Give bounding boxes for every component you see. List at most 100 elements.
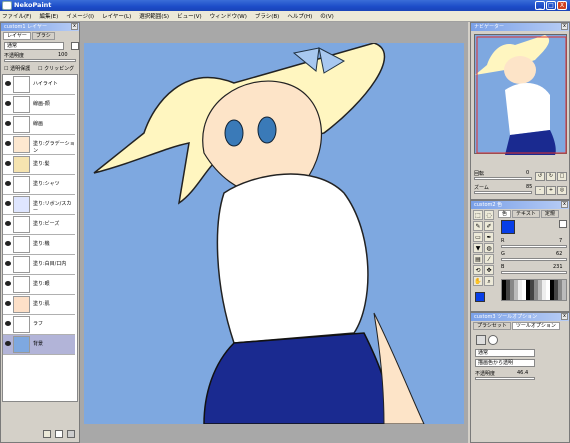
layer-item[interactable]: 線画 [3, 115, 75, 135]
tool-options-close-button[interactable]: x [561, 313, 568, 320]
eye-icon[interactable] [5, 321, 11, 326]
move-tool-icon[interactable]: ✥ [484, 265, 494, 275]
brush-round-icon[interactable] [488, 335, 498, 345]
hand-tool-icon[interactable]: ✋ [473, 276, 483, 286]
menu-selection[interactable]: 選択範囲(S) [139, 12, 169, 20]
eye-icon[interactable] [5, 101, 11, 106]
tool-blend-select[interactable]: 通常 [475, 349, 535, 357]
eye-icon[interactable] [5, 261, 11, 266]
minimize-button[interactable]: _ [535, 1, 545, 10]
layer-tabs: レイヤー ブラシ [1, 31, 79, 41]
gradient-tool-icon[interactable]: ▤ [473, 254, 483, 264]
tab-ruler[interactable]: 定規 [540, 210, 559, 218]
menu-layer[interactable]: レイヤー(L) [102, 12, 131, 20]
eye-icon[interactable] [5, 161, 11, 166]
g-slider[interactable] [501, 258, 567, 261]
layer-item[interactable]: 塗り:リボン/スカー [3, 195, 75, 215]
layer-item[interactable]: 塗り:白目/口内 [3, 255, 75, 275]
navigator-preview[interactable] [474, 34, 567, 155]
clipping-check[interactable]: ☐ クリッピング [38, 65, 74, 72]
eye-icon[interactable] [5, 201, 11, 206]
foreground-color-swatch[interactable] [475, 292, 485, 302]
tab-brush[interactable]: ブラシ [31, 32, 55, 40]
new-layer-icon[interactable] [55, 430, 63, 438]
layer-item[interactable]: 線画-顔 [3, 95, 75, 115]
rotate-right-icon[interactable]: ↻ [546, 172, 556, 181]
b-slider[interactable] [501, 271, 567, 274]
airbrush-tool-icon[interactable]: ✒ [484, 232, 494, 242]
layer-item[interactable]: 塗り:ビーズ [3, 215, 75, 235]
drawing-canvas[interactable] [84, 43, 464, 424]
eye-icon[interactable] [5, 221, 11, 226]
layer-panel-title: custom1 レイヤー x [1, 23, 79, 31]
navigator-close-button[interactable]: x [561, 23, 568, 30]
eye-icon[interactable] [5, 181, 11, 186]
eye-icon[interactable] [5, 301, 11, 306]
lasso-tool-icon[interactable]: ◌ [484, 210, 494, 220]
layer-thumbnail [13, 176, 30, 193]
eye-icon[interactable] [5, 121, 11, 126]
close-button[interactable]: X [557, 1, 567, 10]
brush-tool-icon[interactable]: ✐ [484, 221, 494, 231]
menu-file[interactable]: ファイル(F) [2, 12, 31, 20]
rotate-reset-icon[interactable]: □ [557, 172, 567, 181]
zoom-in-icon[interactable]: + [546, 186, 556, 195]
tab-layer[interactable]: レイヤー [3, 32, 31, 40]
menu-help[interactable]: ヘルプ(H) [287, 12, 312, 20]
menu-view[interactable]: ビュー(V) [177, 12, 202, 20]
layer-item[interactable]: 塗り:機 [3, 235, 75, 255]
protect-alpha-check[interactable]: ☐ 透明保護 [4, 65, 30, 72]
layer-panel-close-button[interactable]: x [71, 23, 78, 30]
current-color-swatch[interactable] [501, 220, 515, 234]
layer-option-checkbox[interactable] [71, 42, 79, 50]
zoom-slider[interactable] [474, 191, 532, 194]
opacity-slider[interactable] [4, 59, 76, 62]
new-folder-icon[interactable] [43, 430, 51, 438]
layer-item[interactable]: 塗り:髪 [3, 155, 75, 175]
eye-icon[interactable] [5, 341, 11, 346]
layer-item[interactable]: 塗り:眼 [3, 275, 75, 295]
eraser-tool-icon[interactable]: ▭ [473, 232, 483, 242]
brush-shape-icon[interactable] [476, 335, 486, 345]
eye-icon[interactable] [5, 141, 11, 146]
layer-item[interactable]: ハイライト [3, 75, 75, 95]
menu-image[interactable]: イメージ(I) [66, 12, 94, 20]
menu-edit[interactable]: 編集(E) [39, 12, 58, 20]
color-mode-checkbox[interactable] [559, 220, 567, 228]
trash-icon[interactable] [67, 430, 75, 438]
tab-tool-options[interactable]: ツールオプション [511, 322, 560, 330]
tab-text[interactable]: テキスト [512, 210, 540, 218]
menu-extra[interactable]: の(V) [320, 12, 334, 20]
blur-tool-icon[interactable]: ◍ [484, 243, 494, 253]
rotate-left-icon[interactable]: ↺ [535, 172, 545, 181]
menu-window[interactable]: ウィンドウ(W) [210, 12, 247, 20]
blend-mode-select[interactable]: 通常 [4, 42, 64, 50]
r-slider[interactable] [501, 245, 567, 248]
tool-opacity-slider[interactable] [475, 377, 535, 380]
tab-color[interactable]: 色 [498, 210, 512, 218]
layer-item[interactable]: 塗り:シャツ [3, 175, 75, 195]
menu-brush[interactable]: ブラシ(B) [255, 12, 279, 20]
gradient-type-select[interactable]: 描画色から透明 [475, 359, 535, 367]
layer-item[interactable]: 塗り:肌 [3, 295, 75, 315]
layer-item[interactable]: 塗り:グラデーション [3, 135, 75, 155]
eye-icon[interactable] [5, 81, 11, 86]
zoom-tool-icon[interactable]: ⌕ [484, 276, 494, 286]
rotate-slider[interactable] [474, 177, 532, 180]
maximize-button[interactable]: □ [546, 1, 556, 10]
layer-item[interactable]: ラフ [3, 315, 75, 335]
color-close-button[interactable]: x [561, 201, 568, 208]
rotate-tool-icon[interactable]: ⟲ [473, 265, 483, 275]
zoom-out-icon[interactable]: - [535, 186, 545, 195]
zoom-fit-icon[interactable]: ◎ [557, 186, 567, 195]
tab-brush-set[interactable]: プラシセット [473, 322, 511, 330]
eye-icon[interactable] [5, 281, 11, 286]
layer-name: 塗り:グラデーション [33, 141, 75, 154]
pen-tool-icon[interactable]: ✎ [473, 221, 483, 231]
layer-item-selected[interactable]: 背景 [3, 335, 75, 355]
eyedropper-tool-icon[interactable]: ⁄ [484, 254, 494, 264]
eye-icon[interactable] [5, 241, 11, 246]
fill-tool-icon[interactable]: ▼ [473, 243, 483, 253]
color-palette-grid[interactable] [501, 279, 567, 301]
select-tool-icon[interactable]: ⬚ [473, 210, 483, 220]
